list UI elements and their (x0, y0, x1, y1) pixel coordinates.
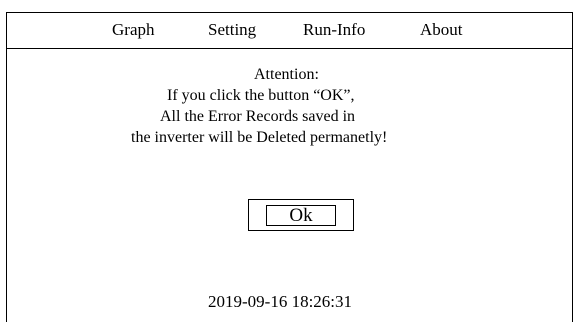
current-datetime: 2019-09-16 18:26:31 (208, 292, 353, 311)
warning-line-deleted: the inverter will be Deleted permanetly! (131, 129, 388, 146)
attention-heading: Attention: (254, 66, 319, 83)
inverter-screen: Graph Setting Run-Info About Attention: … (6, 12, 573, 322)
warning-line-ok-button: If you click the button “OK”, (167, 87, 355, 104)
menu-bar: Graph Setting Run-Info About (7, 13, 572, 49)
menu-item-run-info[interactable]: Run-Info (303, 20, 365, 40)
warning-line-error-records: All the Error Records saved in (160, 108, 356, 125)
menu-item-setting[interactable]: Setting (208, 20, 256, 40)
ok-button[interactable]: Ok (248, 199, 354, 231)
menu-item-graph[interactable]: Graph (112, 20, 154, 40)
ok-button-label: Ok (266, 205, 336, 226)
menu-item-about[interactable]: About (420, 20, 463, 40)
